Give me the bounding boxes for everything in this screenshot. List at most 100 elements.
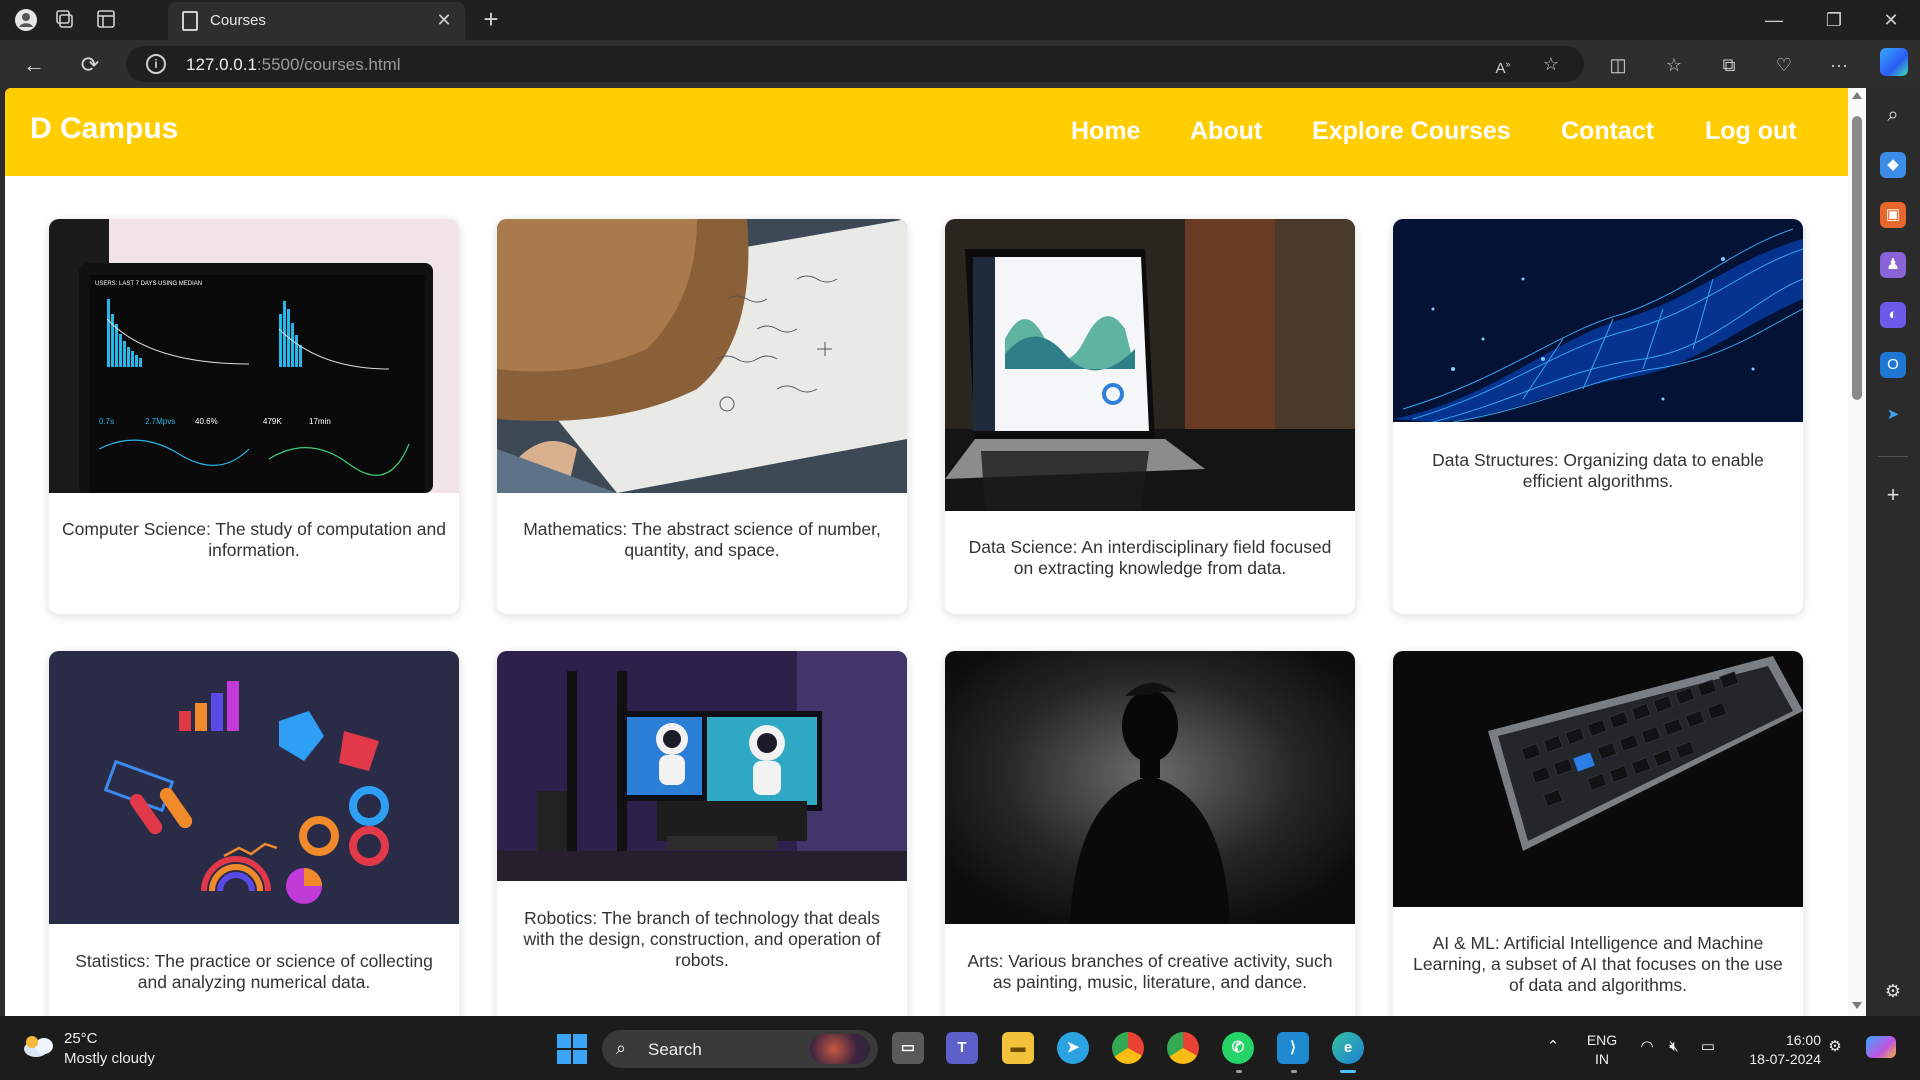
sidebar-settings-icon[interactable]: ⚙ [1880, 978, 1906, 1004]
page-scrollbar[interactable] [1848, 88, 1866, 1016]
refresh-icon[interactable]: ⟳ [74, 49, 106, 81]
chrome-icon[interactable] [1112, 1032, 1144, 1064]
outlook-icon[interactable]: O [1880, 352, 1906, 378]
tools-icon[interactable]: ▣ [1880, 202, 1906, 228]
course-image-ai-ml [1393, 651, 1803, 907]
scroll-thumb[interactable] [1852, 116, 1862, 400]
nav-about[interactable]: About [1190, 117, 1262, 146]
whatsapp-icon[interactable]: ✆ [1222, 1032, 1254, 1064]
url-host: 127.0.0.1 [186, 55, 257, 74]
site-info-icon[interactable]: i [146, 54, 166, 74]
wifi-icon[interactable]: ◠ [1636, 1036, 1658, 1058]
taskbar-search[interactable]: ⌕ Search [602, 1030, 878, 1068]
weather-description[interactable]: Mostly cloudy [64, 1050, 155, 1067]
language-indicator-top[interactable]: ENG [1584, 1032, 1620, 1048]
close-window-icon[interactable]: ✕ [1868, 5, 1914, 35]
svg-text:2.7Mpvs: 2.7Mpvs [145, 417, 175, 426]
course-card-data-structures[interactable]: Data Structures: Organizing data to enab… [1393, 219, 1803, 614]
weather-temperature[interactable]: 25°C [64, 1030, 98, 1047]
language-indicator-bottom[interactable]: IN [1584, 1051, 1620, 1067]
course-image-arts [945, 651, 1355, 924]
collections-icon[interactable]: ⧉ [1713, 49, 1745, 81]
url-text[interactable]: 127.0.0.1:5500/courses.html [186, 55, 401, 75]
notifications-gear-icon[interactable]: ⚙ [1824, 1036, 1846, 1058]
course-card-computer-science[interactable]: USERS: LAST 7 DAYS USING MEDIAN 0.7s 2.7… [49, 219, 459, 614]
battery-icon[interactable]: ▭ [1697, 1036, 1719, 1058]
windows-start-icon[interactable] [557, 1034, 587, 1064]
clock-time[interactable]: 16:00 [1733, 1032, 1821, 1048]
address-bar[interactable]: i 127.0.0.1:5500/courses.html A» ☆ [126, 46, 1584, 82]
course-description: Robotics: The branch of technology that … [523, 908, 881, 970]
course-description: Computer Science: The study of computati… [62, 519, 446, 560]
split-screen-icon[interactable]: ◫ [1602, 49, 1634, 81]
browser-titlebar: Courses ✕ + — ❐ ✕ [0, 0, 1920, 40]
nav-explore-courses[interactable]: Explore Courses [1312, 117, 1511, 146]
course-image-mathematics [497, 219, 907, 493]
search-highlight-image [810, 1034, 870, 1064]
teams-icon[interactable]: T [946, 1032, 978, 1064]
favorites-icon[interactable]: ☆ [1658, 49, 1690, 81]
svg-text:17min: 17min [309, 417, 331, 426]
scroll-down-icon[interactable] [1852, 1002, 1862, 1009]
add-sidebar-app-icon[interactable]: + [1880, 482, 1906, 508]
course-description: Data Structures: Organizing data to enab… [1432, 450, 1764, 491]
favorite-star-icon[interactable]: ☆ [1538, 51, 1564, 77]
file-explorer-icon[interactable]: ▬ [1002, 1032, 1034, 1064]
search-icon[interactable]: ⌕ [1880, 102, 1906, 128]
running-indicator [1236, 1070, 1242, 1073]
nav-home[interactable]: Home [1071, 117, 1140, 146]
course-card-ai-ml[interactable]: AI & ML: Artificial Intelligence and Mac… [1393, 651, 1803, 1016]
edge-icon[interactable]: e [1332, 1032, 1364, 1064]
shopping-tag-icon[interactable]: ◆ [1880, 152, 1906, 178]
url-path: :5500/courses.html [256, 55, 401, 74]
task-view-icon[interactable]: ▭ [892, 1032, 924, 1064]
active-indicator [1340, 1070, 1356, 1073]
course-card-statistics[interactable]: Statistics: The practice or science of c… [49, 651, 459, 1016]
clock-date[interactable]: 18-07-2024 [1733, 1051, 1821, 1067]
svg-text:40.6%: 40.6% [195, 417, 218, 426]
browser-essentials-icon[interactable]: ♡ [1768, 49, 1800, 81]
course-card-mathematics[interactable]: Mathematics: The abstract science of num… [497, 219, 907, 614]
read-aloud-icon[interactable]: A» [1490, 51, 1516, 77]
microsoft-365-icon[interactable]: ◐ [1880, 302, 1906, 328]
site-header: D Campus Home About Explore Courses Cont… [5, 88, 1848, 176]
course-card-arts[interactable]: Arts: Various branches of creative activ… [945, 651, 1355, 1016]
close-tab-icon[interactable]: ✕ [433, 9, 455, 31]
cloudy-weather-icon[interactable] [22, 1034, 56, 1058]
profile-icon[interactable] [14, 8, 38, 32]
minimize-icon[interactable]: — [1751, 5, 1797, 35]
sidebar-divider [1878, 456, 1908, 457]
course-image-computer-science: USERS: LAST 7 DAYS USING MEDIAN 0.7s 2.7… [49, 219, 459, 493]
send-icon[interactable]: ➤ [1880, 402, 1906, 428]
chrome-profile-icon[interactable] [1167, 1032, 1199, 1064]
back-icon[interactable]: ← [18, 49, 50, 81]
page-icon [182, 11, 198, 31]
course-image-data-structures [1393, 219, 1803, 422]
new-tab-icon[interactable]: + [476, 5, 506, 35]
course-card-data-science[interactable]: Data Science: An interdisciplinary field… [945, 219, 1355, 614]
browser-sidebar: ⌕ ◆ ▣ ♟ ◐ O ➤ + ⚙ [1866, 88, 1920, 1016]
tab-actions-icon[interactable] [94, 8, 118, 32]
course-image-robotics [497, 651, 907, 881]
course-card-robotics[interactable]: Robotics: The branch of technology that … [497, 651, 907, 1016]
restore-icon[interactable]: ❐ [1811, 5, 1857, 35]
course-image-data-science [945, 219, 1355, 511]
svg-text:USERS: LAST 7 DAYS USING MEDIA: USERS: LAST 7 DAYS USING MEDIAN [95, 281, 202, 287]
volume-muted-icon[interactable]: 🔇︎ [1663, 1036, 1685, 1058]
copilot-icon[interactable] [1880, 48, 1908, 76]
telegram-icon[interactable]: ➤ [1057, 1032, 1089, 1064]
nav-contact[interactable]: Contact [1561, 117, 1654, 146]
course-description: Arts: Various branches of creative activ… [967, 951, 1333, 992]
site-brand[interactable]: D Campus [30, 112, 178, 146]
nav-log-out[interactable]: Log out [1705, 117, 1797, 146]
tab-courses[interactable]: Courses ✕ [168, 2, 465, 40]
scroll-up-icon[interactable] [1852, 92, 1862, 99]
vscode-icon[interactable]: ⟩ [1277, 1032, 1309, 1064]
copilot-taskbar-icon[interactable] [1866, 1036, 1896, 1058]
taskbar-search-label: Search [648, 1040, 702, 1059]
windows-taskbar: 25°C Mostly cloudy ⌕ Search ▭ T ▬ ➤ ✆ ⟩ … [0, 1016, 1920, 1080]
workspaces-icon[interactable] [52, 8, 76, 32]
games-icon[interactable]: ♟ [1880, 252, 1906, 278]
show-hidden-icons-chevron[interactable]: ⌃ [1542, 1036, 1564, 1058]
more-menu-icon[interactable]: ··· [1823, 49, 1855, 81]
